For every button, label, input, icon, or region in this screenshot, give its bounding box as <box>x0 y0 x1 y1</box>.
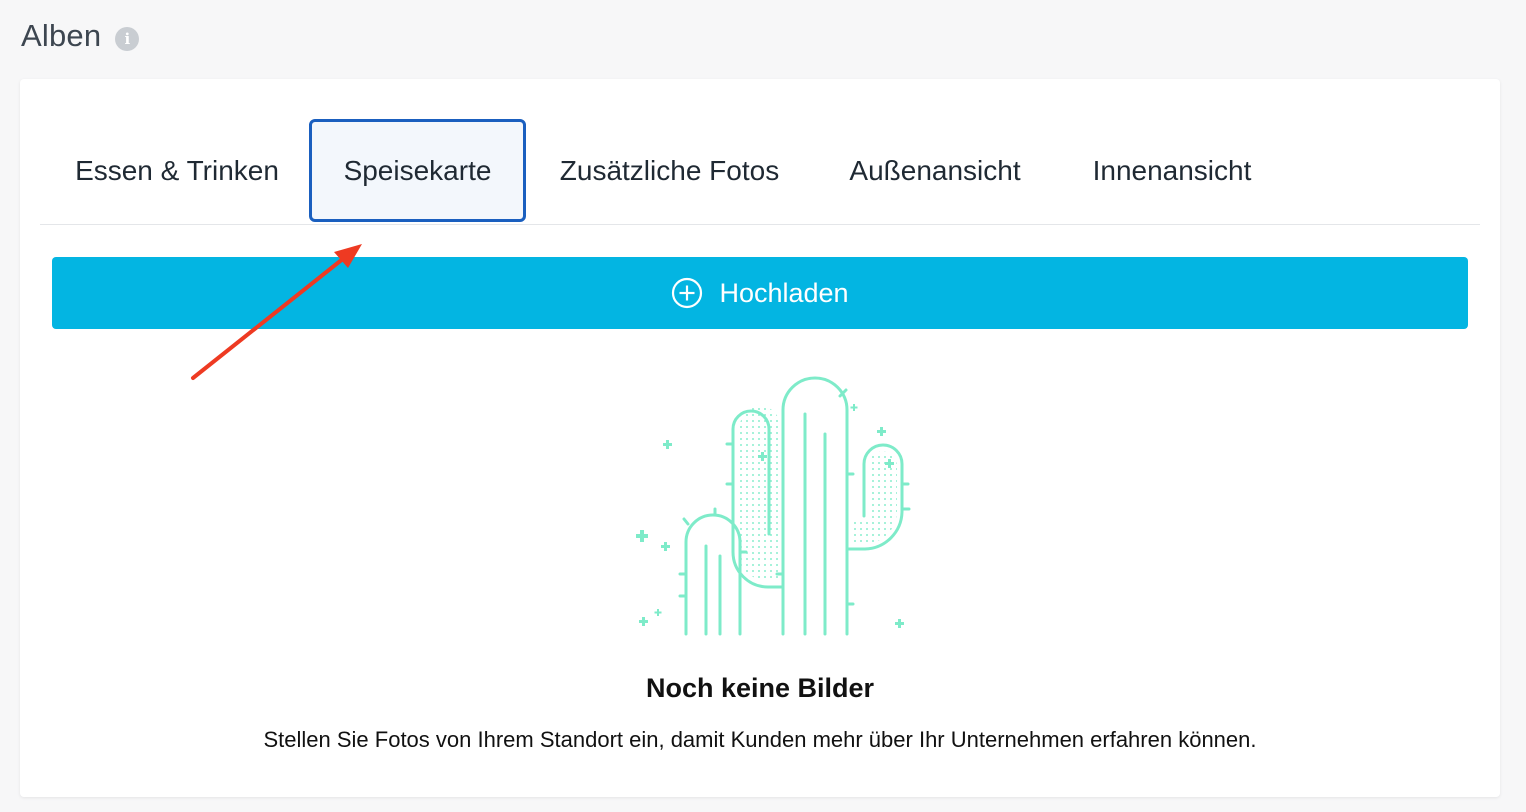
tab-innenansicht[interactable]: Innenansicht <box>1072 119 1272 222</box>
info-icon[interactable]: i <box>115 27 140 51</box>
tab-label: Zusätzliche Fotos <box>559 154 780 186</box>
section-header: Alben i <box>21 18 140 54</box>
tab-essen-trinken[interactable]: Essen & Trinken <box>60 119 294 222</box>
tab-speisekarte[interactable]: Speisekarte <box>309 119 526 222</box>
plus-circle-icon <box>672 277 703 309</box>
tab-label: Innenansicht <box>1092 154 1252 186</box>
tab-zusaetzliche-fotos[interactable]: Zusätzliche Fotos <box>542 119 797 222</box>
tab-label: Außenansicht <box>849 154 1021 186</box>
tab-label: Speisekarte <box>343 154 492 186</box>
page-title: Alben <box>21 18 102 53</box>
empty-state-description: Stellen Sie Fotos von Ihrem Standort ein… <box>263 727 1257 752</box>
upload-button[interactable]: Hochladen <box>52 257 1468 329</box>
tab-aussenansicht[interactable]: Außenansicht <box>832 119 1038 222</box>
empty-state-title: Noch keine Bilder <box>645 673 875 703</box>
cactus-illustration <box>636 376 911 636</box>
tab-label: Essen & Trinken <box>75 154 279 186</box>
album-tabs: Essen & Trinken Speisekarte Zusätzliche … <box>40 119 1480 225</box>
upload-label: Hochladen <box>719 277 849 308</box>
albums-card: Essen & Trinken Speisekarte Zusätzliche … <box>20 79 1500 797</box>
